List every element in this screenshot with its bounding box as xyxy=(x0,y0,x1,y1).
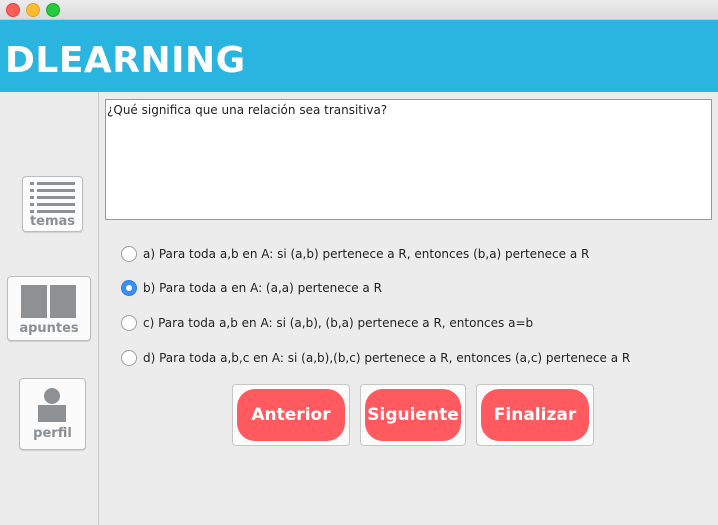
sidebar-item-perfil[interactable]: perfil xyxy=(19,378,86,450)
question-text-area[interactable]: ¿Qué significa que una relación sea tran… xyxy=(105,99,712,220)
option-d-label: d) Para toda a,b,c en A: si (a,b),(b,c) … xyxy=(143,351,631,365)
previous-button[interactable]: Anterior xyxy=(237,389,345,441)
next-button[interactable]: Siguiente xyxy=(365,389,461,441)
option-a[interactable]: a) Para toda a,b en A: si (a,b) pertenec… xyxy=(121,244,589,264)
app-logo-text: DLEARNING xyxy=(5,40,246,81)
option-b-label: b) Para toda a en A: (a,a) pertenece a R xyxy=(143,281,382,295)
option-a-radio[interactable] xyxy=(121,246,137,262)
minimize-window-button[interactable] xyxy=(26,3,40,17)
window-titlebar xyxy=(0,0,718,20)
next-button-frame: Siguiente xyxy=(360,384,466,446)
option-a-label: a) Para toda a,b en A: si (a,b) pertenec… xyxy=(143,247,590,261)
option-d[interactable]: d) Para toda a,b,c en A: si (a,b),(b,c) … xyxy=(121,348,630,368)
sidebar-item-temas[interactable]: temas xyxy=(22,176,83,232)
option-b-radio[interactable] xyxy=(121,280,137,296)
option-c-radio[interactable] xyxy=(121,315,137,331)
sidebar-item-apuntes[interactable]: apuntes xyxy=(7,276,91,341)
zoom-window-button[interactable] xyxy=(46,3,60,17)
close-window-button[interactable] xyxy=(6,3,20,17)
sidebar-item-label: perfil xyxy=(33,426,72,441)
book-icon xyxy=(21,285,76,318)
sidebar-item-label: temas xyxy=(29,214,76,229)
header-banner: DLEARNING xyxy=(0,20,718,92)
option-c-label: c) Para toda a,b en A: si (a,b), (b,a) p… xyxy=(143,316,534,330)
question-text: ¿Qué significa que una relación sea tran… xyxy=(107,103,388,117)
sidebar-item-label: apuntes xyxy=(19,321,79,336)
previous-button-frame: Anterior xyxy=(232,384,350,446)
finish-button-frame: Finalizar xyxy=(476,384,594,446)
option-b[interactable]: b) Para toda a en A: (a,a) pertenece a R xyxy=(121,278,382,298)
option-d-radio[interactable] xyxy=(121,350,137,366)
user-icon xyxy=(38,388,66,422)
option-c[interactable]: c) Para toda a,b en A: si (a,b), (b,a) p… xyxy=(121,313,533,333)
list-icon xyxy=(30,182,75,213)
finish-button[interactable]: Finalizar xyxy=(481,389,589,441)
